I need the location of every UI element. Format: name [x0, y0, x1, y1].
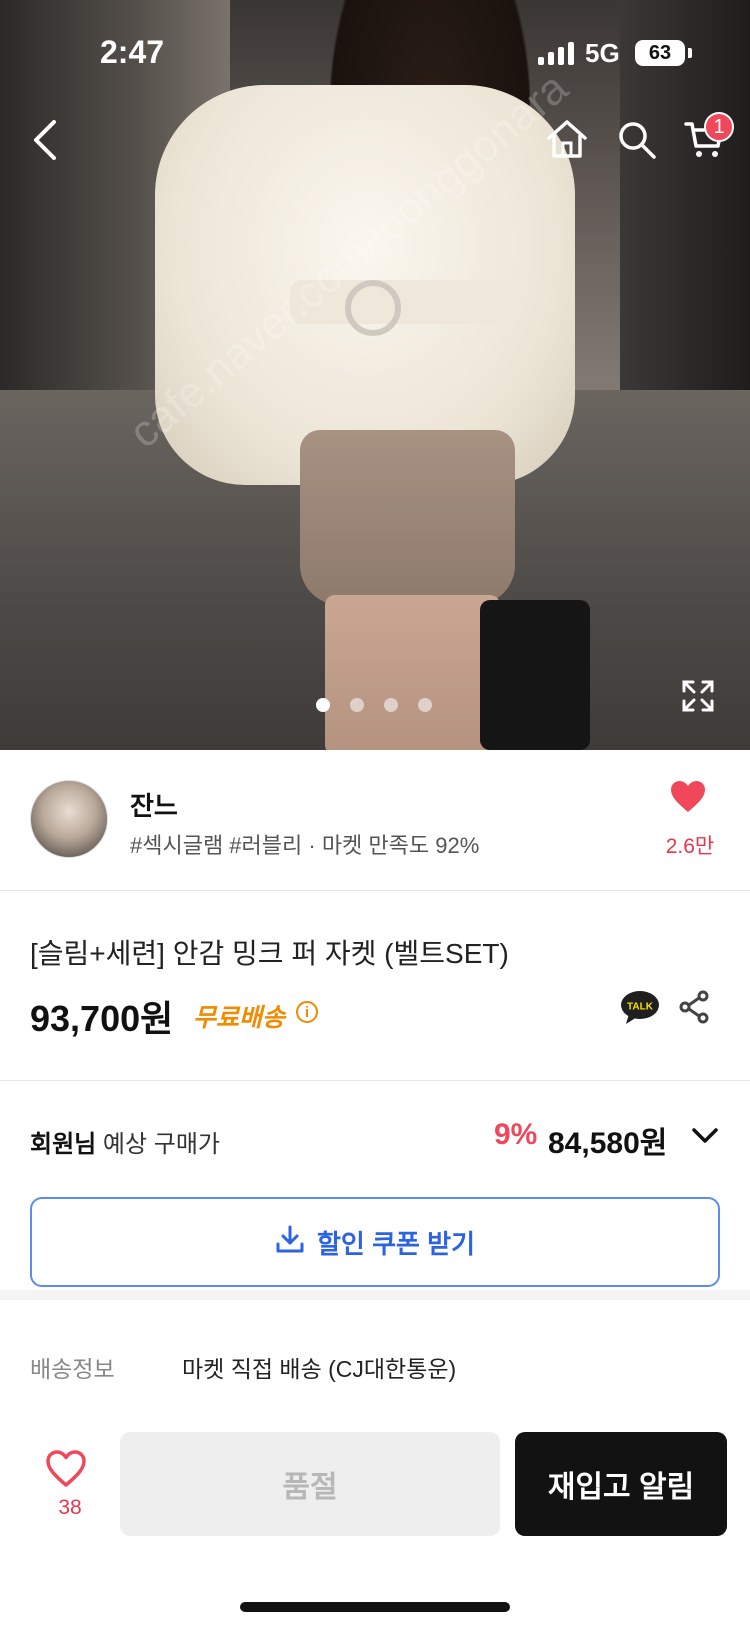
expand-icon[interactable]: [680, 678, 716, 719]
delivery-value: 마켓 직접 배송 (CJ대한통운): [182, 1356, 457, 1382]
seller-like-count: 2.6만: [665, 835, 715, 858]
product-info: [슬림+세련] 안감 밍크 퍼 자켓 (벨트SET) 93,700원 무료배송 …: [0, 890, 750, 1081]
delivery-key: 배송정보: [30, 1356, 115, 1382]
member-price-section: 회원님 예상 구매가 9% 84,580원 할인 쿠폰 받기: [0, 1080, 750, 1300]
model-legs: [325, 595, 500, 750]
battery-tip: [688, 48, 692, 58]
search-icon[interactable]: [617, 120, 657, 165]
member-label-bold: 회원님: [30, 1131, 97, 1158]
pagination-dot[interactable]: [350, 698, 364, 712]
member-label-rest: 예상 구매가: [96, 1131, 220, 1158]
heart-icon[interactable]: [670, 780, 706, 819]
chevron-down-icon[interactable]: [692, 1128, 718, 1149]
pagination-dot[interactable]: [418, 698, 432, 712]
bottom-action-bar: 38 품절 재입고 알림: [0, 1410, 750, 1626]
seller-tags: #섹시글램 #러블리 · 마켓 만족도 92%: [130, 833, 480, 858]
talk-icon[interactable]: TALK: [620, 990, 660, 1026]
member-discount: 9%: [494, 1118, 538, 1151]
model-bag: [480, 600, 590, 750]
wish-count: 38: [58, 1496, 82, 1519]
coupon-label: 할인 쿠폰 받기: [317, 1228, 475, 1259]
member-price-label: 회원님 예상 구매가: [30, 1124, 220, 1159]
delivery-info: 배송정보 마켓 직접 배송 (CJ대한통운): [0, 1300, 750, 1396]
product-image[interactable]: cafe.naver.com/joonggonara: [0, 0, 750, 750]
back-icon[interactable]: [30, 118, 60, 167]
model-skirt: [300, 430, 515, 605]
product-title: [슬림+세련] 안감 밍크 퍼 자켓 (벨트SET): [30, 938, 509, 969]
info-icon[interactable]: i: [296, 1001, 318, 1023]
restock-alert-button[interactable]: 재입고 알림: [515, 1432, 727, 1536]
battery-icon: 63: [635, 40, 685, 66]
product-price: 93,700원: [30, 998, 174, 1039]
seller-section: 잔느 #섹시글램 #러블리 · 마켓 만족도 92% 2.6만: [0, 750, 750, 891]
soldout-button[interactable]: 품절: [120, 1432, 500, 1536]
pagination-dot[interactable]: [316, 698, 330, 712]
member-price: 84,580원: [548, 1127, 668, 1160]
download-icon: [275, 1224, 305, 1261]
seller-avatar[interactable]: [30, 780, 108, 858]
talk-label: TALK: [627, 1002, 654, 1013]
coupon-button[interactable]: 할인 쿠폰 받기: [30, 1197, 720, 1287]
network-type: 5G: [585, 38, 620, 68]
heart-icon[interactable]: [46, 1450, 86, 1493]
signal-icon: [538, 42, 574, 65]
shipping-label: 무료배송: [193, 1004, 286, 1032]
status-bar: 2:47 5G 63: [0, 0, 750, 100]
pagination-dot[interactable]: [384, 698, 398, 712]
share-icon[interactable]: [678, 990, 710, 1029]
seller-name[interactable]: 잔느: [130, 786, 178, 823]
home-icon[interactable]: [545, 118, 589, 165]
cart-count-badge: 1: [704, 112, 734, 142]
gallery-pagination: [316, 698, 432, 712]
home-indicator: [240, 1602, 510, 1612]
status-time: 2:47: [100, 34, 165, 70]
